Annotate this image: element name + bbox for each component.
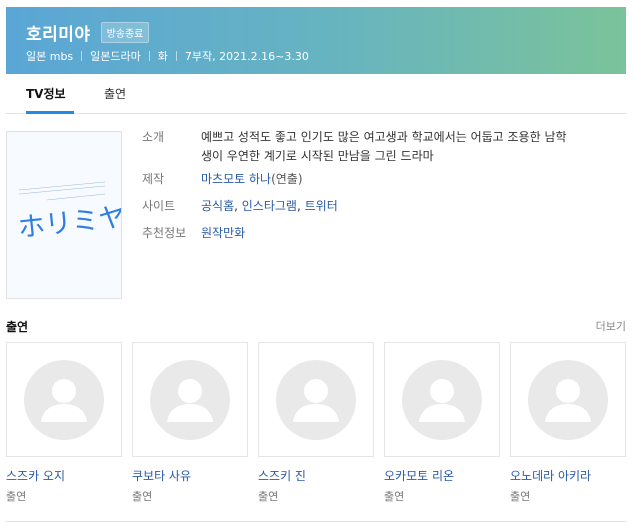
section-divider <box>6 521 626 522</box>
cast-photo[interactable] <box>132 342 248 457</box>
meta-episodes-date: 7부작, 2021.2.16~3.30 <box>184 50 309 63</box>
active-tab-indicator <box>26 111 74 114</box>
cast-card[interactable]: 스즈카 오지 출연 <box>6 342 122 504</box>
cast-section-title: 출연 <box>6 320 29 334</box>
person-placeholder-icon <box>150 359 230 440</box>
cast-role: 출연 <box>510 490 531 503</box>
info-row-production: 제작 마츠모토 하나(연출) <box>142 170 617 189</box>
meta-day: 화 <box>157 50 168 63</box>
intro-text: 예쁘고 성적도 좋고 인기도 많은 여고생과 학교에서는 어둡고 조용한 남학 … <box>201 128 567 166</box>
cast-name[interactable]: 쿠보타 사유 <box>132 467 248 484</box>
cast-card[interactable]: 쿠보타 사유 출연 <box>132 342 248 504</box>
cast-name[interactable]: 스즈키 진 <box>258 467 374 484</box>
intro-line-1: 예쁘고 성적도 좋고 인기도 많은 여고생과 학교에서는 어둡고 조용한 남학 <box>201 130 567 144</box>
meta-separator <box>175 51 177 61</box>
person-placeholder-icon <box>276 359 356 440</box>
program-header: 호리미야 방송종료 일본 mbs 일본드라마 화 7부작, 2021.2.16~… <box>6 7 626 74</box>
site-label: 사이트 <box>142 199 176 213</box>
cast-role: 출연 <box>258 490 279 503</box>
cast-section-header: 출연 더보기 <box>6 318 626 336</box>
cast-card[interactable]: 스즈키 진 출연 <box>258 342 374 504</box>
person-placeholder-icon <box>24 359 104 440</box>
meta-genre: 일본드라마 <box>90 50 141 63</box>
meta-broadcaster: 일본 mbs <box>26 50 74 63</box>
cast-role: 출연 <box>384 490 405 503</box>
instagram-link[interactable]: 인스타그램 <box>242 199 297 213</box>
tab-bar: TV정보 출연 <box>6 74 626 114</box>
intro-label: 소개 <box>142 130 165 144</box>
program-info: 소개 예쁘고 성적도 좋고 인기도 많은 여고생과 학교에서는 어둡고 조용한 … <box>142 128 617 251</box>
original-manga-link[interactable]: 원작만화 <box>201 226 245 240</box>
site-links: 공식홈, 인스타그램, 트위터 <box>201 197 338 216</box>
poster-image[interactable]: ホリミヤ <box>6 131 122 299</box>
site-separator: , <box>296 199 305 213</box>
tab-tv-info[interactable]: TV정보 <box>26 85 66 102</box>
person-placeholder-icon <box>528 359 608 440</box>
cast-photo[interactable] <box>384 342 500 457</box>
info-row-intro: 소개 예쁘고 성적도 좋고 인기도 많은 여고생과 학교에서는 어둡고 조용한 … <box>142 128 617 166</box>
cast-card[interactable]: 오노데라 아키라 출연 <box>510 342 626 504</box>
production-value: 마츠모토 하나(연출) <box>201 170 303 189</box>
cast-name[interactable]: 오카모토 리온 <box>384 467 500 484</box>
official-site-link[interactable]: 공식홈 <box>201 199 234 213</box>
status-badge: 방송종료 <box>100 22 150 43</box>
director-role: (연출) <box>271 172 303 186</box>
cast-role: 출연 <box>132 490 153 503</box>
cast-photo[interactable] <box>258 342 374 457</box>
program-title: 호리미야 <box>26 25 91 45</box>
tab-cast[interactable]: 출연 <box>104 85 126 102</box>
meta-separator <box>148 51 150 61</box>
cast-role: 출연 <box>6 490 27 503</box>
cast-photo[interactable] <box>510 342 626 457</box>
info-row-site: 사이트 공식홈, 인스타그램, 트위터 <box>142 197 617 216</box>
recommend-label: 추천정보 <box>142 226 187 240</box>
cast-name[interactable]: 오노데라 아키라 <box>510 467 626 484</box>
person-placeholder-icon <box>402 359 482 440</box>
info-row-recommend: 추천정보 원작만화 <box>142 224 617 243</box>
intro-line-2: 생이 우연한 계기로 시작된 만남을 그린 드라마 <box>201 149 434 163</box>
poster-artwork: ホリミヤ <box>7 132 121 298</box>
twitter-link[interactable]: 트위터 <box>305 199 338 213</box>
more-link[interactable]: 더보기 <box>596 318 626 334</box>
meta-separator <box>81 51 83 61</box>
production-label: 제작 <box>142 172 165 186</box>
title-row: 호리미야 방송종료 <box>26 20 150 45</box>
director-link[interactable]: 마츠모토 하나 <box>201 172 271 186</box>
cast-card[interactable]: 오카모토 리온 출연 <box>384 342 500 504</box>
cast-name[interactable]: 스즈카 오지 <box>6 467 122 484</box>
cast-photo[interactable] <box>6 342 122 457</box>
recommend-value: 원작만화 <box>201 224 245 243</box>
site-separator: , <box>234 199 242 213</box>
program-meta: 일본 mbs 일본드라마 화 7부작, 2021.2.16~3.30 <box>26 48 309 64</box>
